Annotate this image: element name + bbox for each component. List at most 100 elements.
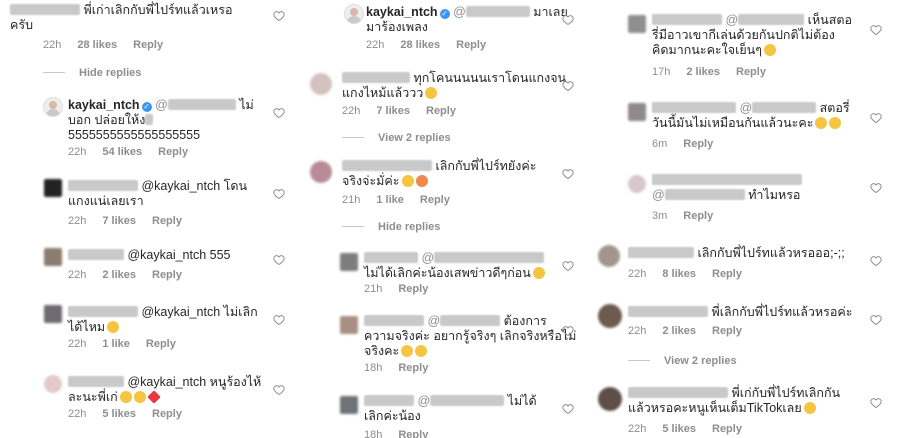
heart-icon[interactable] (562, 168, 574, 180)
emoji-icon (425, 87, 438, 99)
avatar[interactable] (628, 175, 646, 193)
timestamp: 18h (364, 362, 383, 374)
reply-button[interactable]: Reply (426, 105, 456, 117)
avatar[interactable] (628, 15, 646, 33)
avatar[interactable] (310, 161, 332, 183)
heart-icon[interactable] (562, 80, 574, 92)
heart-icon[interactable] (273, 107, 285, 119)
avatar[interactable] (598, 304, 622, 328)
comment-text: @kaykai_ntch 555 (68, 248, 231, 263)
likes-count[interactable]: 7 likes (102, 215, 136, 227)
avatar[interactable] (344, 4, 364, 24)
heart-icon[interactable] (562, 403, 574, 415)
hide-replies-button[interactable]: Hide replies (342, 221, 440, 233)
redacted-username (652, 102, 736, 113)
avatar[interactable] (44, 375, 62, 393)
redacted-mention (167, 99, 236, 110)
heart-icon[interactable] (870, 255, 882, 267)
reply-button[interactable]: Reply (152, 269, 182, 281)
heart-icon[interactable] (870, 24, 882, 36)
reply-button[interactable]: Reply (133, 39, 163, 51)
likes-count[interactable]: 2 likes (662, 325, 696, 337)
reply-button[interactable]: Reply (456, 39, 486, 51)
emoji-icon (119, 391, 132, 403)
likes-count[interactable]: 7 likes (376, 105, 410, 117)
heart-icon[interactable] (870, 112, 882, 124)
avatar[interactable] (340, 253, 358, 271)
heart-icon[interactable] (273, 254, 285, 266)
timestamp: 18h (364, 429, 383, 438)
heart-icon[interactable] (562, 260, 574, 272)
reply-button[interactable]: Reply (712, 268, 742, 280)
reply-button[interactable]: Reply (683, 138, 713, 150)
comment-meta: 22h 28 likes Reply (43, 39, 179, 51)
avatar[interactable] (340, 396, 358, 414)
reply-button[interactable]: Reply (683, 210, 713, 222)
reply-button[interactable]: Reply (712, 325, 742, 337)
heart-icon[interactable] (273, 314, 285, 326)
avatar[interactable] (44, 179, 62, 197)
avatar[interactable] (628, 103, 646, 121)
likes-count[interactable]: 2 likes (686, 66, 720, 78)
comment: พี่เก่กับพี่ไปร์ทเลิกกัน แล้วหรอคะหนูเห็… (592, 385, 900, 438)
reply-button[interactable]: Reply (736, 66, 766, 78)
emoji-icon (415, 345, 428, 357)
likes-count[interactable]: 2 likes (102, 269, 136, 281)
reply-button[interactable]: Reply (152, 408, 182, 420)
reply-button[interactable]: Reply (152, 215, 182, 227)
reply-button[interactable]: Reply (398, 283, 428, 295)
likes-count[interactable]: 1 like (376, 194, 404, 206)
avatar[interactable] (44, 305, 62, 323)
view-replies-button[interactable]: View 2 replies (628, 355, 737, 367)
heart-icon[interactable] (870, 314, 882, 326)
comment: เลิกกับพี่ไปร์ทยังค่ะ จริงจ่ะมั่ค่ะ 21h 1… (300, 158, 592, 210)
likes-count[interactable]: 28 likes (77, 39, 117, 51)
likes-count[interactable]: 1 like (102, 338, 130, 350)
heart-icon[interactable] (273, 10, 285, 22)
heart-icon[interactable] (562, 325, 574, 337)
emoji-icon (401, 345, 414, 357)
username[interactable]: kaykai_ntch (366, 5, 438, 19)
timestamp: 22h (68, 146, 87, 158)
reply-button[interactable]: Reply (158, 146, 188, 158)
likes-count[interactable]: 28 likes (400, 39, 440, 51)
comment-reply: kaykai_ntch ✓ @ ไม่ บอก ปล่อยให้ง 5555555… (0, 95, 300, 160)
likes-count[interactable]: 5 likes (662, 423, 696, 435)
reply-button[interactable]: Reply (398, 429, 428, 438)
avatar[interactable] (598, 387, 622, 411)
avatar[interactable] (598, 245, 620, 267)
comments-column-3: @ เห็นสตอ รี่มีอาวเขากีเล่นด้วยกันปกติไม… (592, 0, 900, 438)
view-replies-button[interactable]: View 2 replies (342, 132, 451, 144)
comment-meta: 22h 7 likes Reply (68, 215, 198, 227)
timestamp: 22h (43, 39, 62, 51)
comments-column-2: kaykai_ntch ✓ @ มาเลย มาร้องเพลง 22h 28 li… (300, 0, 592, 438)
comment-reply: kaykai_ntch ✓ @ มาเลย มาร้องเพลง 22h 28 li… (300, 4, 592, 54)
avatar[interactable] (310, 73, 332, 95)
likes-count[interactable]: 54 likes (102, 146, 142, 158)
likes-count[interactable]: 8 likes (662, 268, 696, 280)
emoji-icon (763, 44, 776, 56)
heart-icon[interactable] (273, 384, 285, 396)
likes-count[interactable]: 5 likes (102, 408, 136, 420)
avatar[interactable] (44, 248, 62, 266)
avatar[interactable] (43, 97, 63, 117)
emoji-icon (815, 117, 828, 129)
emoji-icon (803, 402, 816, 414)
redacted-username (628, 387, 728, 398)
reply-button[interactable]: Reply (398, 362, 428, 374)
heart-icon[interactable] (562, 14, 574, 26)
hide-replies-button[interactable]: Hide replies (43, 67, 141, 79)
reply-button[interactable]: Reply (712, 423, 742, 435)
comment-reply: @ สตอรี่ วันนี้มันไม่เหมือนกันแล้วนะคะ 6… (592, 100, 900, 152)
reply-button[interactable]: Reply (420, 194, 450, 206)
heart-icon[interactable] (273, 188, 285, 200)
heart-icon[interactable] (870, 397, 882, 409)
heart-icon[interactable] (870, 182, 882, 194)
redacted-mention (738, 14, 805, 25)
avatar[interactable] (340, 316, 358, 334)
emoji-icon (829, 117, 842, 129)
username[interactable]: kaykai_ntch (68, 98, 140, 112)
comment-reply: @kaykai_ntch 555 22h 2 likes Reply (0, 245, 300, 285)
redacted-username (628, 247, 694, 258)
reply-button[interactable]: Reply (146, 338, 176, 350)
